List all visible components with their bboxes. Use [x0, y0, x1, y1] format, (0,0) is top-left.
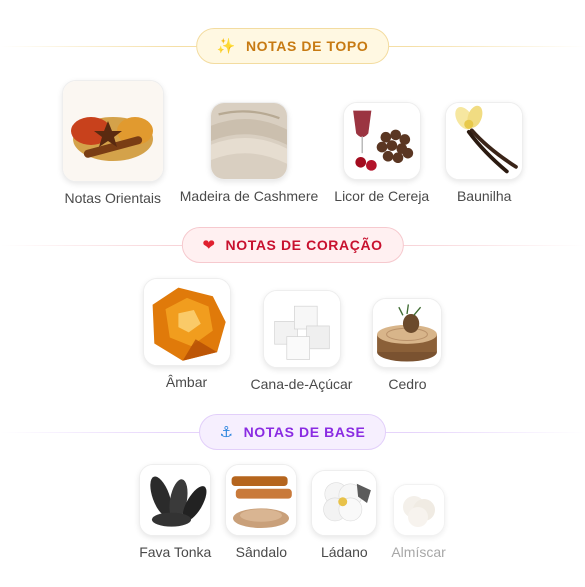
heart-icon: ❤	[202, 236, 216, 254]
note-licor-de-cereja[interactable]: Licor de Cereja	[334, 102, 429, 204]
note-label: Notas Orientais	[64, 190, 161, 206]
sugar-cubes-image	[262, 290, 341, 368]
note-madeira-de-cashmere[interactable]: Madeira de Cashmere	[179, 102, 319, 204]
note-label: Licor de Cereja	[334, 188, 430, 204]
note-label: Âmbar	[165, 374, 208, 390]
note-label: Sândalo	[235, 544, 288, 560]
cedar-wood-image	[372, 298, 443, 368]
note-almiscar[interactable]: Almíscar	[391, 484, 446, 560]
note-label: Fava Tonka	[139, 544, 212, 560]
anchor-icon: ⚓	[219, 423, 234, 441]
heart-notes-title: NOTAS DE CORAÇÃO	[225, 237, 383, 253]
note-cana-de-acucar[interactable]: Cana-de-Açúcar	[250, 290, 353, 392]
sparkles-icon: ✨	[216, 37, 236, 55]
musk-image	[392, 484, 445, 536]
cherry-liqueur-image	[342, 102, 421, 180]
top-notes-header: ✨ NOTAS DE TOPO	[195, 28, 390, 64]
top-notes-title: NOTAS DE TOPO	[245, 38, 369, 54]
sandalwood-image	[225, 464, 298, 536]
note-ambar[interactable]: Âmbar	[142, 278, 231, 390]
note-label: Baunilha	[456, 188, 512, 204]
note-label: Almíscar	[391, 544, 446, 560]
note-baunilha[interactable]: Baunilha	[445, 102, 524, 204]
note-label: Cana-de-Açúcar	[250, 376, 353, 392]
top-notes-list: Notas Orientais Madeira de Cashmere Lico…	[0, 80, 585, 206]
base-notes-title: NOTAS DE BASE	[243, 424, 366, 440]
note-fava-tonka[interactable]: Fava Tonka	[139, 464, 211, 560]
note-ladano[interactable]: Ládano	[311, 470, 378, 560]
note-label: Madeira de Cashmere	[179, 188, 319, 204]
note-notas-orientais[interactable]: Notas Orientais	[61, 80, 164, 206]
heart-notes-header: ❤ NOTAS DE CORAÇÃO	[181, 227, 404, 263]
note-cedro[interactable]: Cedro	[372, 298, 443, 392]
heart-notes-list: Âmbar Cana-de-Açúcar Cedro	[0, 278, 585, 392]
base-notes-header: ⚓ NOTAS DE BASE	[198, 414, 387, 450]
note-label: Ládano	[320, 544, 368, 560]
fabric-image	[210, 102, 289, 180]
amber-image	[142, 278, 231, 366]
note-label: Cedro	[388, 376, 427, 392]
note-sandalo[interactable]: Sândalo	[225, 464, 298, 560]
vanilla-image	[445, 102, 524, 180]
base-notes-list: Fava Tonka Sândalo Ládano Almíscar	[0, 464, 585, 560]
labdanum-flower-image	[311, 470, 378, 536]
spices-image	[61, 80, 164, 182]
tonka-beans-image	[139, 464, 212, 536]
